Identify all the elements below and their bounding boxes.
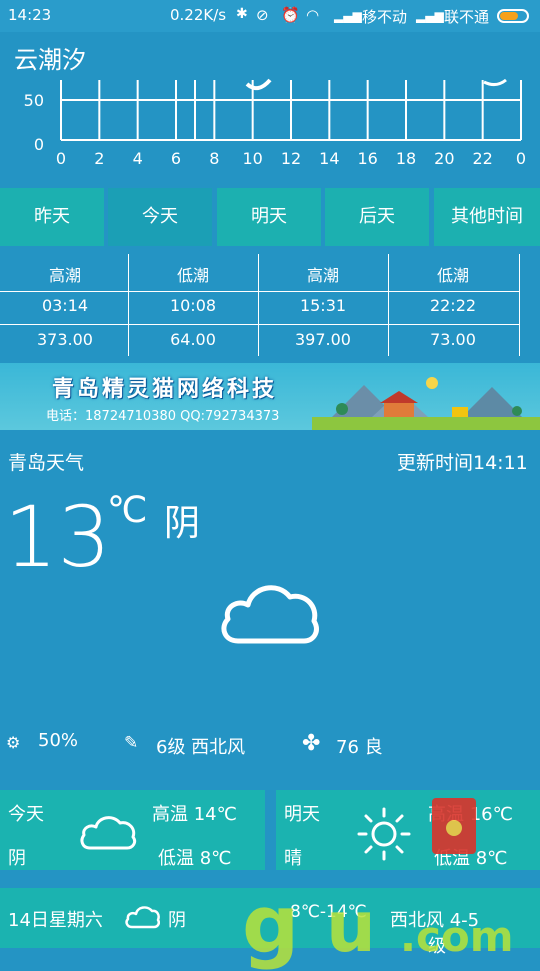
update-time: 更新时间14:11 [397,452,528,474]
chart-y-tick: 50 [24,91,44,110]
status-time: 14:23 [8,6,52,24]
network-speed: 0.22K/s [170,6,227,24]
chart-x-tick: 10 [242,149,262,168]
tab-tomorrow[interactable]: 明天 [217,188,321,246]
chart-x-tick: 14 [319,149,339,168]
chart-y-tick: 0 [34,135,44,154]
chart-x-tick: 16 [357,149,377,168]
tomorrow-label: 明天 [284,804,320,825]
daily-date: 14日星期六 [8,910,103,931]
wifi-icon: ◠ [306,6,320,24]
tab-other-time[interactable]: 其他时间 [434,188,540,246]
chart-x-tick: 2 [94,149,104,168]
tide-time: 22:22 [429,296,477,315]
signal-icon: ▂▄▆ [334,9,362,23]
today-condition: 阴 [8,848,26,869]
current-condition: 阴 [164,503,201,544]
chart-x-tick: 12 [281,149,301,168]
banner-contact: 电话：18724710380 QQ:792734373 [46,409,280,424]
cloud-icon [125,906,160,929]
red-envelope-icon[interactable] [432,798,476,854]
today-low: 低温 8℃ [158,848,232,869]
humidity-value: 50% [38,730,79,751]
humidity-icon: ⚙ [6,733,21,752]
banner-title: 青岛精灵猫网络科技 [52,377,278,402]
temperature-unit: ℃ [107,490,148,531]
tab-day-after[interactable]: 后天 [325,188,429,246]
status-bar: 14:23 0.22K/s ✱ ⊘ ⏰ ◠ ▂▄▆ 移不动 ▂▄▆ 联不通 [0,0,540,32]
alarm-icon: ⏰ [281,6,300,24]
tide-height: 397.00 [295,330,351,349]
tide-time: 03:14 [41,296,89,315]
sun-icon [357,807,411,861]
chart-x-tick: 0 [56,149,66,168]
today-label: 今天 [8,804,44,825]
air-quality-value: 76 良 [336,737,383,758]
tide-header: 低潮 [436,266,469,285]
current-temperature: 13 [4,488,111,586]
chart-x-tick: 4 [133,149,143,168]
chart-x-tick: 20 [434,149,454,168]
air-quality-icon: ✤ [302,731,321,756]
carrier-1: 移不动 [362,8,408,26]
tide-header: 高潮 [306,266,339,285]
mute-icon: ⊘ [256,6,269,24]
carrier-2: 联不通 [444,8,490,26]
chart-x-tick: 6 [171,149,181,168]
tide-curve-peak [245,78,272,91]
tide-height: 64.00 [170,330,216,349]
wind-icon: ✎ [124,733,139,753]
wind-value: 6级 西北风 [156,737,246,758]
tide-height: 373.00 [37,330,93,349]
tomorrow-condition: 晴 [284,848,302,869]
tide-time: 15:31 [299,296,347,315]
landscape-illustration [312,377,540,430]
tide-chart: 0 2 4 6 8 10 12 14 16 18 20 22 0 50 0 [24,78,526,168]
watermark: g [242,878,300,971]
tide-height: 73.00 [430,330,476,349]
today-high: 高温 14℃ [152,804,237,825]
tide-header: 高潮 [48,266,81,285]
chart-x-tick: 0 [516,149,526,168]
chart-x-tick: 18 [396,149,416,168]
weather-city: 青岛天气 [8,452,85,474]
location-title[interactable]: 云潮汐 [14,40,86,75]
watermark: u [326,886,376,968]
signal-icon-2: ▂▄▆ [416,9,444,23]
tab-today[interactable]: 今天 [108,188,212,246]
tab-yesterday[interactable]: 昨天 [0,188,104,246]
daily-condition: 阴 [168,910,186,931]
tide-header: 低潮 [176,266,209,285]
battery-icon [497,9,529,23]
cloud-icon [221,585,319,644]
cloud-icon [80,816,137,850]
today-forecast-card[interactable]: 今天 阴 高温 14℃ 低温 8℃ [0,790,265,870]
chart-x-tick: 8 [209,149,219,168]
tide-time: 10:08 [169,296,217,315]
tide-curve-peak-2 [483,78,507,87]
chart-x-tick: 22 [472,149,492,168]
watermark: .com [400,912,514,961]
bluetooth-icon: ✱ [236,6,248,22]
tomorrow-forecast-card[interactable]: 明天 晴 高温 16℃ 低温 8℃ [276,790,540,870]
